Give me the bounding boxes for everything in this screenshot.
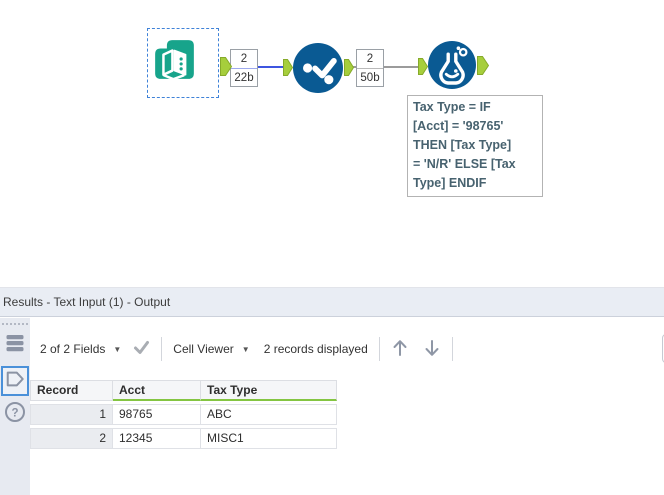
annotation-line: = 'N/R' ELSE [Tax bbox=[413, 157, 516, 171]
record-number-cell[interactable]: 2 bbox=[30, 428, 113, 449]
annotation-line: Type] ENDIF bbox=[413, 176, 487, 190]
chevron-down-icon[interactable]: ▼ bbox=[113, 345, 121, 354]
chevron-down-icon[interactable]: ▼ bbox=[242, 345, 250, 354]
output-anchor-icon[interactable] bbox=[477, 56, 490, 80]
connection-progress-badge[interactable]: 2 22b bbox=[230, 49, 258, 87]
record-count: 2 bbox=[240, 53, 248, 65]
data-size: 50b bbox=[360, 72, 380, 84]
tool-text-input[interactable] bbox=[151, 36, 198, 83]
input-anchor-icon[interactable] bbox=[283, 59, 294, 81]
toolbar-separator bbox=[378, 337, 380, 361]
records-status: 2 records displayed bbox=[263, 342, 368, 356]
table-row[interactable]: 2 12345 MISC1 bbox=[30, 428, 337, 449]
results-toolbar: 2 of 2 Fields ▼ Cell Viewer ▼ 2 records … bbox=[30, 332, 664, 366]
record-number-cell[interactable]: 1 bbox=[30, 404, 113, 425]
column-header-tax-type[interactable]: Tax Type bbox=[201, 380, 337, 401]
book-icon bbox=[151, 40, 198, 87]
help-icon: ? bbox=[4, 401, 26, 428]
results-panel: ? 2 of 2 Fields ▼ Cell Viewer ▼ 2 record… bbox=[0, 318, 664, 495]
tool-formula[interactable] bbox=[428, 41, 476, 89]
results-content: 2 of 2 Fields ▼ Cell Viewer ▼ 2 records … bbox=[30, 318, 664, 495]
column-header-acct[interactable]: Acct bbox=[113, 380, 201, 401]
acct-cell[interactable]: 98765 bbox=[113, 404, 201, 425]
help-button[interactable]: ? bbox=[3, 401, 27, 428]
results-side-toolbar: ? bbox=[0, 318, 30, 495]
table-rows-icon bbox=[5, 333, 25, 358]
connection-progress-badge[interactable]: 2 50b bbox=[356, 49, 384, 87]
workflow-canvas[interactable]: 2 22b 2 50b Tax Type = IF [Acct] = '9876… bbox=[0, 0, 664, 287]
svg-text:?: ? bbox=[11, 407, 18, 419]
panel-grip-handle[interactable] bbox=[2, 323, 28, 325]
table-view-button[interactable] bbox=[3, 333, 27, 357]
scroll-down-button[interactable] bbox=[423, 338, 441, 361]
data-view-button-selected[interactable] bbox=[1, 366, 29, 396]
output-anchor-icon[interactable] bbox=[220, 57, 233, 81]
apply-checkmark-button[interactable] bbox=[133, 340, 150, 358]
table-row[interactable]: 1 98765 ABC bbox=[30, 404, 337, 425]
annotation-line: [Acct] = '98765' bbox=[413, 119, 504, 133]
cell-viewer-dropdown[interactable]: Cell Viewer bbox=[173, 342, 233, 356]
formula-annotation[interactable]: Tax Type = IF [Acct] = '98765' THEN [Tax… bbox=[407, 95, 543, 197]
flask-icon bbox=[428, 41, 476, 93]
scroll-up-button[interactable] bbox=[391, 338, 409, 361]
fields-dropdown[interactable]: 2 of 2 Fields bbox=[40, 342, 105, 356]
results-panel-header: Results - Text Input (1) - Output bbox=[0, 287, 664, 317]
record-count: 2 bbox=[366, 53, 374, 65]
alteryx-designer-window: 2 22b 2 50b Tax Type = IF [Acct] = '9876… bbox=[0, 0, 664, 495]
toolbar-separator bbox=[161, 337, 163, 361]
results-grid: Record Acct Tax Type 1 98765 ABC 2 12345… bbox=[30, 380, 337, 452]
tool-select[interactable] bbox=[293, 43, 343, 93]
check-circle-icon bbox=[293, 43, 343, 97]
annotation-line: Tax Type = IF bbox=[413, 100, 491, 114]
output-anchor-icon[interactable] bbox=[344, 59, 355, 81]
header-row: Record Acct Tax Type bbox=[30, 380, 337, 401]
toolbar-separator bbox=[451, 337, 453, 361]
results-title: Results - Text Input (1) - Output bbox=[3, 295, 171, 309]
annotation-line: THEN [Tax Type] bbox=[413, 138, 512, 152]
acct-cell[interactable]: 12345 bbox=[113, 428, 201, 449]
tax-type-cell[interactable]: MISC1 bbox=[201, 428, 337, 449]
column-header-record[interactable]: Record bbox=[30, 380, 113, 401]
input-anchor-icon[interactable] bbox=[418, 58, 429, 80]
data-pentagon-icon bbox=[5, 369, 25, 394]
data-size: 22b bbox=[234, 72, 254, 84]
tax-type-cell[interactable]: ABC bbox=[201, 404, 337, 425]
